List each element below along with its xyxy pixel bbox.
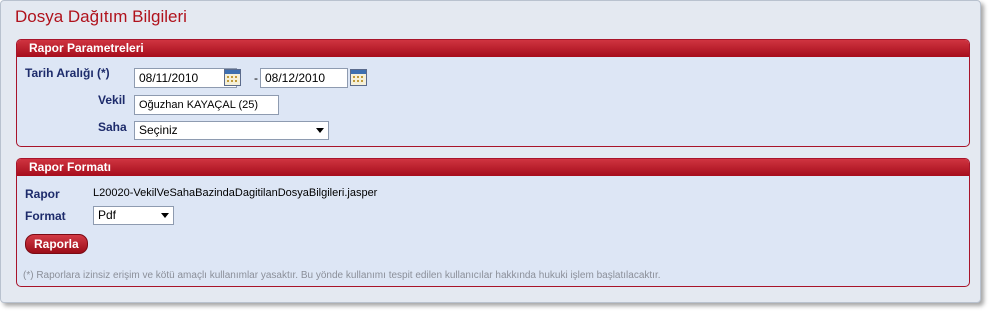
calendar-icon[interactable] — [350, 69, 367, 86]
calendar-icon[interactable] — [224, 69, 241, 86]
chevron-down-icon — [316, 128, 324, 133]
rapor-file-value: L20020-VekilVeSahaBazindaDagitilanDosyaB… — [93, 187, 378, 199]
format-panel: Rapor Formatı Rapor L20020-VekilVeSahaBa… — [16, 158, 970, 287]
page-title: Dosya Dağıtım Bilgileri — [15, 7, 187, 26]
disclaimer-text: (*) Raporlara izinsiz erişim ve kötü ama… — [23, 270, 661, 281]
chevron-down-icon — [161, 213, 169, 218]
date-separator: - — [254, 71, 258, 85]
vekil-label: Vekil — [98, 93, 126, 107]
params-panel: Rapor Parametreleri Tarih Aralığı (*) - … — [16, 39, 970, 147]
start-date-input[interactable] — [134, 68, 237, 88]
raporla-button[interactable]: Raporla — [25, 234, 88, 254]
saha-select[interactable]: Seçiniz — [134, 121, 329, 140]
vekil-input[interactable] — [134, 95, 279, 115]
report-window: Dosya Dağıtım Bilgileri Rapor Parametrel… — [0, 0, 981, 303]
params-panel-header: Rapor Parametreleri — [17, 40, 969, 57]
format-select-value: Pdf — [98, 208, 117, 222]
rapor-label: Rapor — [25, 187, 60, 201]
format-panel-header: Rapor Formatı — [17, 159, 969, 176]
format-select[interactable]: Pdf — [93, 206, 174, 225]
format-label: Format — [25, 209, 66, 223]
date-range-label: Tarih Aralığı (*) — [25, 66, 110, 80]
end-date-input[interactable] — [260, 68, 348, 88]
saha-select-value: Seçiniz — [139, 123, 178, 137]
saha-label: Saha — [98, 120, 127, 134]
